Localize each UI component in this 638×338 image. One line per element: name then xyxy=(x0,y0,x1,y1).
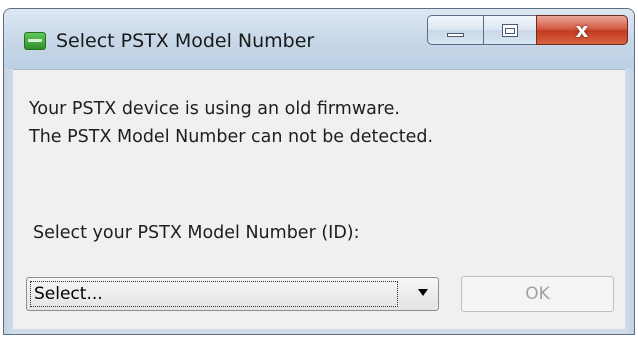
dropdown-selected-value: Select... xyxy=(30,281,398,307)
ok-button[interactable]: OK xyxy=(461,276,614,312)
minimize-icon xyxy=(447,33,464,37)
window-frame-right xyxy=(625,69,634,334)
caption-buttons: x xyxy=(427,15,630,47)
close-icon: x xyxy=(575,18,589,42)
title-bar[interactable]: Select PSTX Model Number x xyxy=(4,9,634,69)
model-select-label: Select your PSTX Model Number (ID): xyxy=(33,223,360,243)
dialog-window: Select PSTX Model Number x Your PSTX dev… xyxy=(3,8,635,335)
message-line-1: Your PSTX device is using an old firmwar… xyxy=(29,99,400,119)
minimize-button[interactable] xyxy=(427,15,484,45)
dialog-body: Your PSTX device is using an old firmwar… xyxy=(13,69,625,329)
message-line-2: The PSTX Model Number can not be detecte… xyxy=(29,127,434,147)
model-number-dropdown[interactable]: Select... xyxy=(26,277,439,311)
window-title: Select PSTX Model Number xyxy=(56,30,315,52)
maximize-button[interactable] xyxy=(483,15,537,45)
dropdown-arrow-icon[interactable] xyxy=(418,289,428,296)
close-button[interactable]: x xyxy=(536,15,628,45)
maximize-icon xyxy=(502,24,518,37)
message-text: Your PSTX device is using an old firmwar… xyxy=(29,95,433,151)
window-frame-left xyxy=(4,69,13,334)
app-icon xyxy=(24,32,46,50)
